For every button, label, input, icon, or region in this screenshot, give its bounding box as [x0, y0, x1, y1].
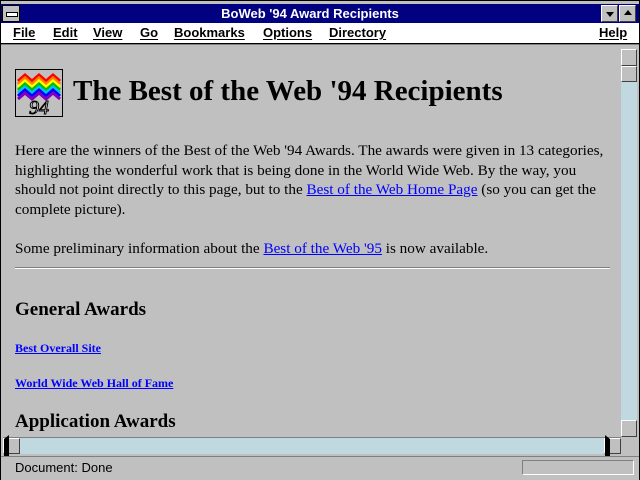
section-heading-application: Application Awards	[15, 411, 176, 432]
maximize-icon	[624, 10, 632, 15]
system-menu-icon[interactable]	[2, 5, 20, 22]
menu-directory[interactable]: Directory	[329, 24, 386, 42]
logo-text: 94	[29, 97, 49, 117]
menu-bar: File Edit View Go Bookmarks Options Dire…	[1, 23, 639, 44]
document-area: 94 The Best of the Web '94 Recipients He…	[1, 44, 639, 460]
best-of-web-95-link[interactable]: Best of the Web '95	[263, 240, 382, 257]
best-of-web-94-logo: 94	[15, 69, 63, 117]
progress-indicator	[522, 460, 634, 475]
scroll-left-button[interactable]	[3, 435, 20, 460]
section-heading-general: General Awards	[15, 299, 147, 320]
best-of-web-home-link[interactable]: Best of the Web Home Page	[306, 181, 477, 198]
horizontal-scrollbar[interactable]	[3, 435, 621, 460]
vertical-scroll-thumb[interactable]	[621, 66, 637, 82]
maximize-button[interactable]	[619, 5, 636, 22]
page-content: 94 The Best of the Web '94 Recipients He…	[3, 49, 619, 437]
status-bar: Document: Done	[1, 456, 639, 480]
scroll-up-button[interactable]	[621, 49, 637, 66]
status-text: Document: Done	[15, 460, 113, 475]
browser-window: BoWeb '94 Award Recipients File Edit Vie…	[0, 0, 640, 480]
scroll-right-button[interactable]	[604, 435, 621, 460]
preliminary-paragraph: Some preliminary information about the B…	[15, 239, 488, 259]
title-bar: BoWeb '94 Award Recipients	[1, 4, 639, 23]
prelim-text: Some preliminary information about the	[15, 240, 264, 257]
prelim-after-text: is now available.	[381, 240, 489, 257]
menu-bookmarks[interactable]: Bookmarks	[174, 24, 245, 42]
vertical-scroll-track[interactable]	[621, 66, 637, 420]
scroll-down-button[interactable]	[621, 420, 637, 437]
hall-of-fame-link[interactable]: World Wide Web Hall of Fame	[15, 376, 173, 391]
menu-edit[interactable]: Edit	[53, 24, 78, 42]
intro-paragraph: Here are the winners of the Best of the …	[15, 141, 611, 219]
minimize-button[interactable]	[601, 5, 618, 22]
window-title: BoWeb '94 Award Recipients	[221, 6, 399, 21]
menu-file[interactable]: File	[13, 24, 35, 42]
minimize-icon	[606, 12, 614, 17]
menu-help[interactable]: Help	[599, 24, 627, 42]
page-title: The Best of the Web '94 Recipients	[73, 75, 503, 107]
best-overall-site-link[interactable]: Best Overall Site	[15, 341, 101, 356]
horizontal-rule	[15, 267, 610, 269]
menu-go[interactable]: Go	[140, 24, 158, 42]
menu-view[interactable]: View	[93, 24, 122, 42]
menu-options[interactable]: Options	[263, 24, 312, 42]
vertical-scrollbar[interactable]	[621, 49, 637, 437]
